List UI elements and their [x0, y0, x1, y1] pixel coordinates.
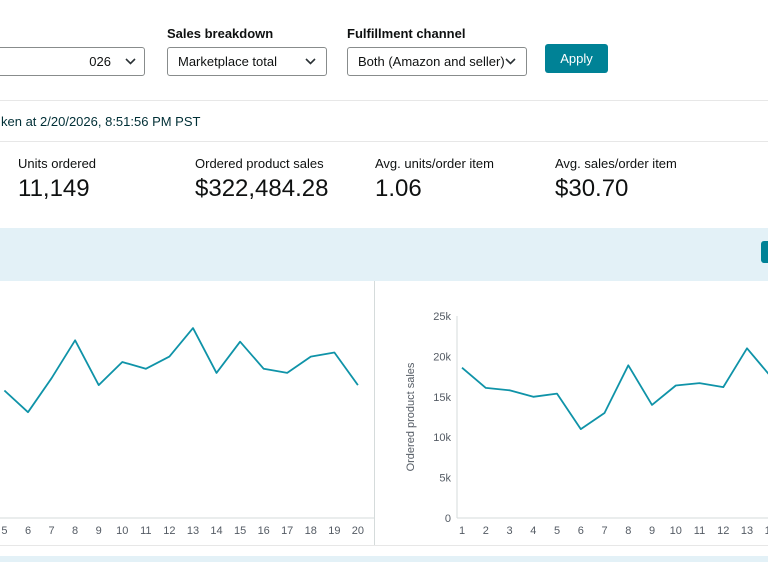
x-tick-label: 5 [1, 525, 7, 537]
kpi-value: 1.06 [375, 175, 494, 203]
x-tick-label: 15 [234, 525, 246, 537]
x-tick-label: 5 [554, 525, 560, 537]
y-tick-label: 25k [433, 311, 451, 323]
x-tick-label: 18 [305, 525, 317, 537]
x-tick-label: 3 [506, 525, 512, 537]
units-ordered-chart: 5 6 7 8 9 10 11 12 13 14 15 16 17 18 19 20 [0, 281, 374, 545]
kpi-label: Ordered product sales [195, 156, 328, 171]
x-tick-label: 1 [459, 525, 465, 537]
fulfillment-channel-select[interactable]: Both (Amazon and seller) [347, 47, 527, 76]
kpi-label: Avg. units/order item [375, 156, 494, 171]
x-tick-label: 8 [625, 525, 631, 537]
x-tick-label: 19 [328, 525, 340, 537]
x-tick-label: 16 [258, 525, 270, 537]
x-tick-label: 6 [578, 525, 584, 537]
kpi-avg-units-order-item: Avg. units/order item 1.06 [375, 156, 494, 203]
chart-section-header [0, 228, 768, 281]
chevron-down-icon [125, 58, 136, 65]
y-tick-label: 20k [433, 351, 451, 363]
x-tick-label: 6 [25, 525, 31, 537]
next-section-edge [0, 556, 768, 562]
y-tick-label: 0 [445, 513, 451, 525]
x-tick-label: 10 [670, 525, 682, 537]
section-action-button[interactable] [761, 241, 768, 263]
x-tick-label: 12 [717, 525, 729, 537]
x-tick-label: 7 [601, 525, 607, 537]
apply-button[interactable]: Apply [545, 44, 608, 73]
x-tick-label: 8 [72, 525, 78, 537]
x-tick-label: 9 [649, 525, 655, 537]
kpi-units-ordered: Units ordered 11,149 [18, 156, 96, 203]
divider [0, 100, 768, 101]
sales-breakdown-label: Sales breakdown [167, 26, 273, 41]
x-tick-label: 2 [483, 525, 489, 537]
x-tick-label: 4 [530, 525, 536, 537]
y-axis-title: Ordered product sales [405, 362, 417, 471]
divider [0, 545, 768, 546]
x-tick-label: 9 [96, 525, 102, 537]
kpi-value: $30.70 [555, 175, 677, 203]
y-tick-label: 5k [439, 473, 451, 485]
y-tick-label: 10k [433, 432, 451, 444]
chevron-down-icon [505, 58, 516, 65]
divider [0, 141, 768, 142]
date-range-value: 026 [89, 54, 111, 69]
x-tick-label: 14 [210, 525, 222, 537]
x-tick-label: 13 [741, 525, 753, 537]
sales-dashboard: 026 Sales breakdown Marketplace total Fu… [0, 0, 768, 562]
kpi-avg-sales-order-item: Avg. sales/order item $30.70 [555, 156, 677, 203]
x-tick-label: 11 [140, 525, 151, 537]
series-line [4, 328, 358, 412]
kpi-value: 11,149 [18, 175, 96, 203]
kpi-ordered-product-sales: Ordered product sales $322,484.28 [195, 156, 328, 203]
x-tick-label: 10 [116, 525, 128, 537]
sales-breakdown-select[interactable]: Marketplace total [167, 47, 327, 76]
chart-divider [374, 281, 375, 545]
snapshot-timestamp: ken at 2/20/2026, 8:51:56 PM PST [1, 114, 200, 129]
date-range-select[interactable]: 026 [0, 47, 145, 76]
kpi-label: Avg. sales/order item [555, 156, 677, 171]
kpi-label: Units ordered [18, 156, 96, 171]
y-tick-label: 15k [433, 392, 451, 404]
sales-breakdown-value: Marketplace total [178, 54, 277, 69]
x-tick-label: 11 [694, 525, 705, 537]
x-tick-label: 13 [187, 525, 199, 537]
ordered-product-sales-chart: 05k10k15k20k25kOrdered product sales1234… [374, 281, 768, 545]
chevron-down-icon [305, 58, 316, 65]
kpi-value: $322,484.28 [195, 175, 328, 203]
x-tick-label: 20 [352, 525, 364, 537]
x-tick-label: 17 [281, 525, 293, 537]
fulfillment-channel-label: Fulfillment channel [347, 26, 465, 41]
fulfillment-channel-value: Both (Amazon and seller) [358, 54, 505, 69]
x-tick-label: 7 [48, 525, 54, 537]
x-tick-label: 12 [163, 525, 175, 537]
series-line [462, 348, 768, 429]
